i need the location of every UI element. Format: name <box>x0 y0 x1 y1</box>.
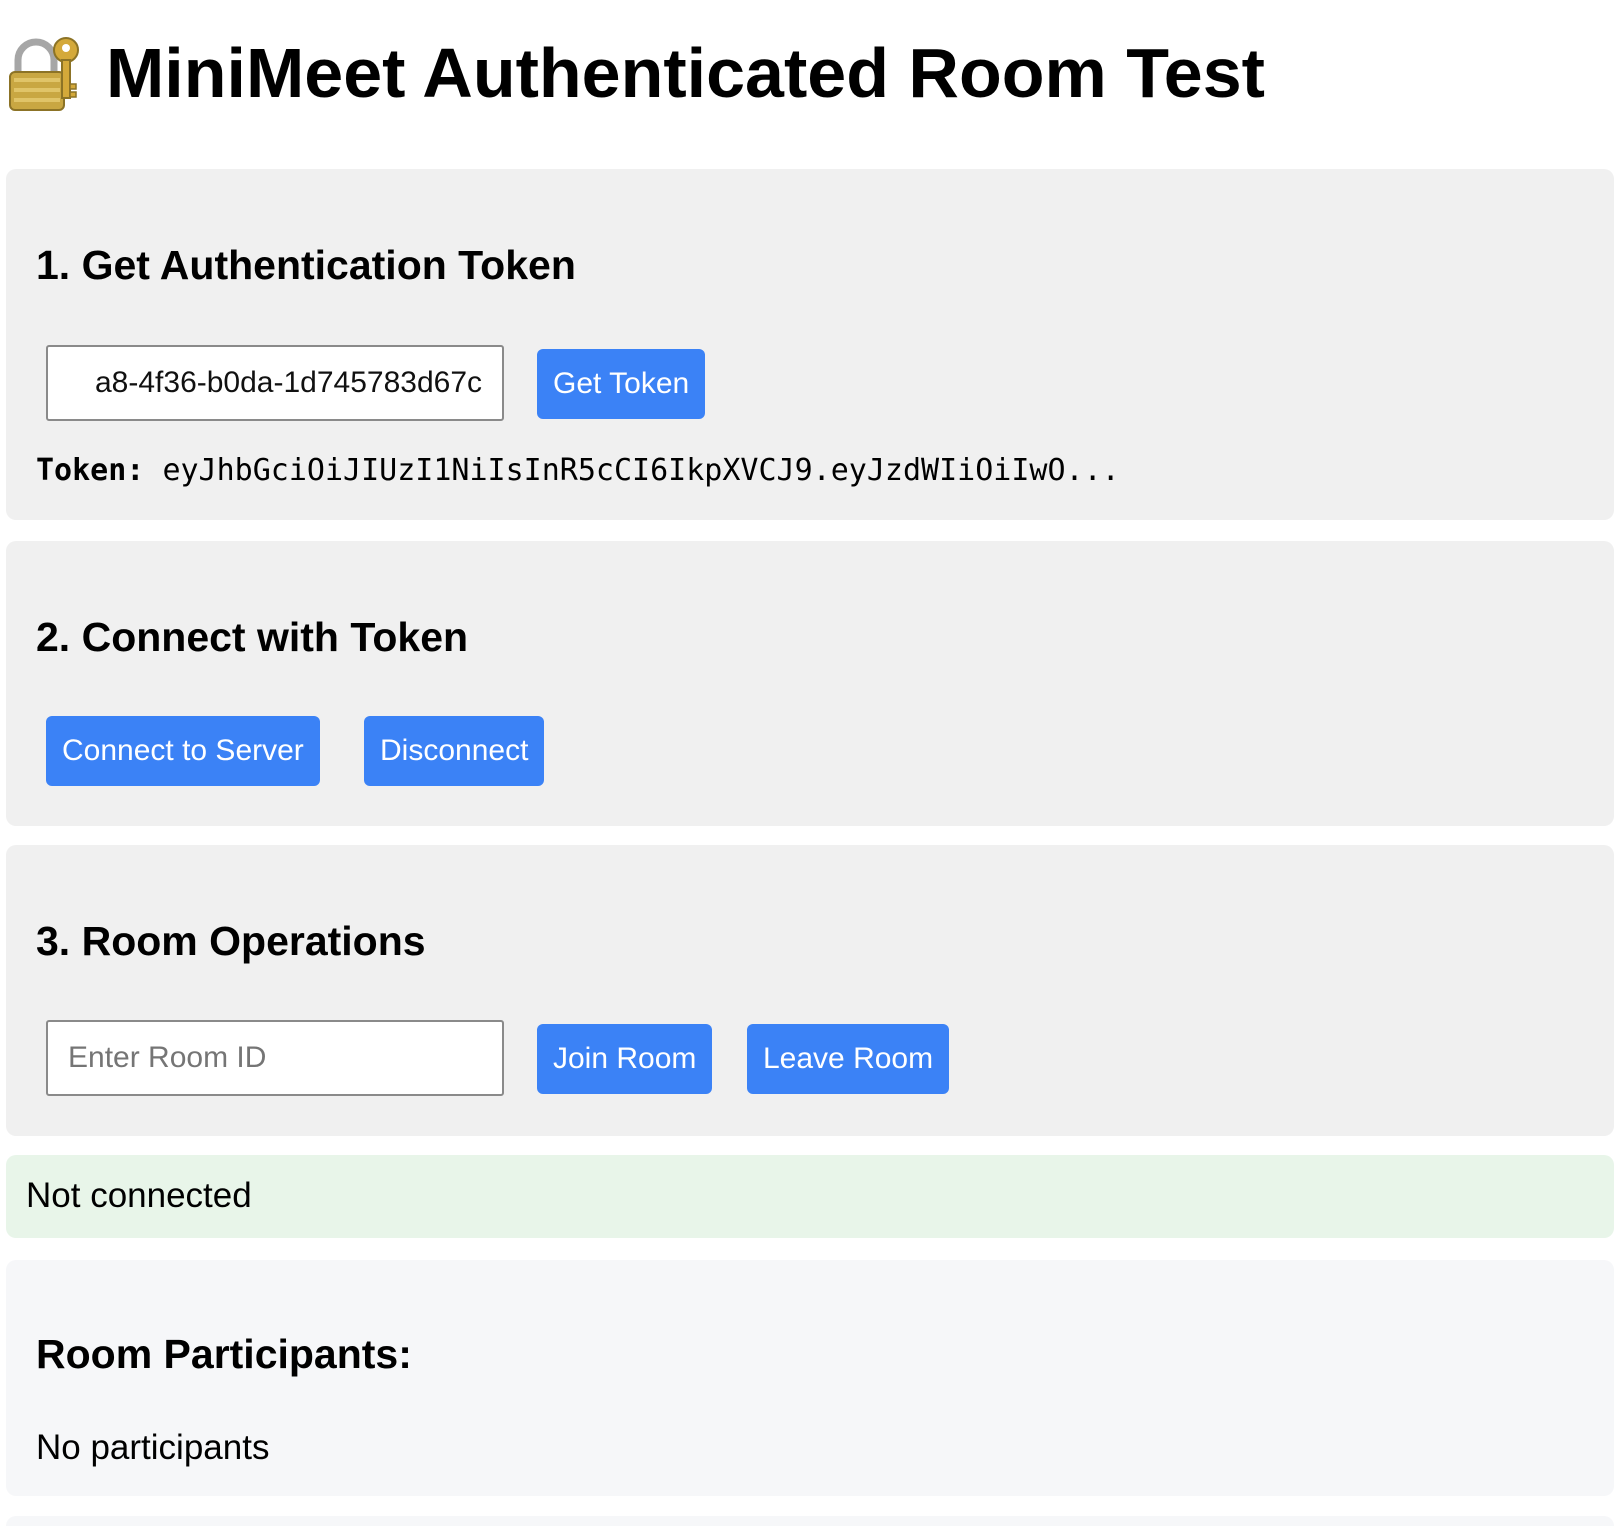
page-title: MiniMeet Authenticated Room Test <box>8 28 1265 118</box>
token-label: Token: <box>36 453 145 488</box>
next-panel-edge <box>6 1516 1614 1526</box>
participants-panel: Room Participants: No participants <box>6 1260 1614 1496</box>
join-room-button[interactable]: Join Room <box>537 1024 713 1094</box>
leave-room-button[interactable]: Leave Room <box>747 1024 950 1094</box>
token-value: eyJhbGciOiJIUzI1NiIsInR5cCI6IkpXVCJ9.eyJ… <box>162 453 1120 488</box>
room-operations-heading: 3. Room Operations <box>36 918 426 964</box>
connection-status: Not connected <box>6 1155 1614 1238</box>
auth-token-section: 1. Get Authentication Token Get Token To… <box>6 169 1614 520</box>
status-text: Not connected <box>26 1176 252 1215</box>
participants-heading: Room Participants: <box>36 1331 412 1377</box>
participants-empty-text: No participants <box>36 1428 270 1467</box>
connect-section: 2. Connect with Token Connect to Server … <box>6 541 1614 826</box>
disconnect-button[interactable]: Disconnect <box>364 716 545 786</box>
room-operations-section: 3. Room Operations Join Room Leave Room <box>6 845 1614 1136</box>
auth-token-heading: 1. Get Authentication Token <box>36 242 576 288</box>
connect-heading: 2. Connect with Token <box>36 614 469 660</box>
get-token-button[interactable]: Get Token <box>537 349 706 419</box>
user-id-input[interactable] <box>46 345 504 421</box>
page-title-text: MiniMeet Authenticated Room Test <box>106 34 1265 112</box>
room-id-input[interactable] <box>46 1020 504 1096</box>
lock-with-key-icon <box>8 34 84 112</box>
connect-button[interactable]: Connect to Server <box>46 716 320 786</box>
token-display: Token: eyJhbGciOiJIUzI1NiIsInR5cCI6IkpXV… <box>36 451 1120 491</box>
